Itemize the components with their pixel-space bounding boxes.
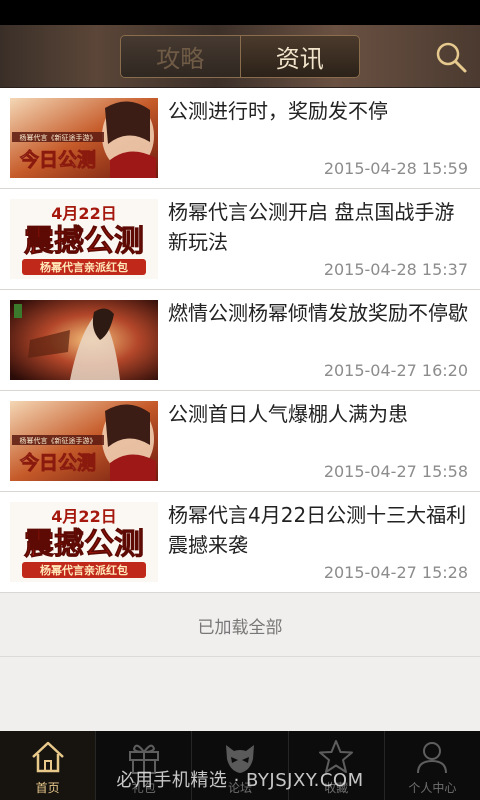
svg-text:震撼公测: 震撼公测	[24, 224, 144, 259]
svg-text:4月22日: 4月22日	[51, 204, 116, 223]
news-title: 公测进行时，奖励发不停	[168, 99, 388, 123]
list-item[interactable]: 燃情公测杨幂倾情发放奖励不停歇 2015-04-27 16:20	[0, 290, 480, 391]
news-time: 2015-04-27 16:20	[323, 361, 468, 380]
news-time: 2015-04-28 15:37	[323, 260, 468, 279]
news-list: 杨幂代言《新征途手游》 今日公测 公测进行时，奖励发不停 2015-04-28 …	[0, 88, 480, 593]
news-thumbnail: 4月22日 震撼公测 杨幂代言亲派红包	[10, 199, 158, 279]
news-time: 2015-04-27 15:58	[323, 462, 468, 481]
list-item[interactable]: 杨幂代言《新征途手游》 今日公测 公测进行时，奖励发不停 2015-04-28 …	[0, 88, 480, 189]
list-item[interactable]: 4月22日 震撼公测 杨幂代言亲派红包 杨幂代言4月22日公测十三大福利震撼来袭…	[0, 492, 480, 593]
svg-text:今日公测: 今日公测	[19, 451, 96, 474]
news-time: 2015-04-27 15:28	[323, 563, 468, 582]
list-item[interactable]: 4月22日 震撼公测 杨幂代言亲派红包 杨幂代言公测开启 盘点国战手游新玩法 2…	[0, 189, 480, 290]
tab-guides[interactable]: 攻略	[121, 36, 240, 77]
news-thumbnail	[10, 300, 158, 380]
news-title: 杨幂代言公测开启 盘点国战手游新玩法	[168, 200, 455, 254]
search-icon[interactable]	[434, 40, 468, 74]
svg-text:4月22日: 4月22日	[51, 507, 116, 526]
news-title: 杨幂代言4月22日公测十三大福利震撼来袭	[168, 503, 467, 557]
svg-text:今日公测: 今日公测	[19, 148, 96, 171]
svg-text:杨幂代言《新征途手游》: 杨幂代言《新征途手游》	[20, 436, 97, 445]
svg-text:震撼公测: 震撼公测	[24, 527, 144, 562]
top-header: 攻略 资讯	[0, 25, 480, 88]
list-item[interactable]: 杨幂代言《新征途手游》 今日公测 公测首日人气爆棚人满为患 2015-04-27…	[0, 391, 480, 492]
tab-news[interactable]: 资讯	[239, 36, 359, 77]
svg-text:杨幂代言亲派红包: 杨幂代言亲派红包	[40, 260, 128, 274]
news-thumbnail: 4月22日 震撼公测 杨幂代言亲派红包	[10, 502, 158, 582]
news-thumbnail: 杨幂代言《新征途手游》 今日公测	[10, 401, 158, 481]
status-bar	[0, 0, 480, 25]
segment-control: 攻略 资讯	[120, 35, 360, 78]
svg-text:杨幂代言《新征途手游》: 杨幂代言《新征途手游》	[20, 133, 97, 142]
news-thumbnail: 杨幂代言《新征途手游》 今日公测	[10, 98, 158, 178]
news-title: 燃情公测杨幂倾情发放奖励不停歇	[168, 301, 468, 325]
svg-text:杨幂代言亲派红包: 杨幂代言亲派红包	[40, 563, 128, 577]
all-loaded-label: 已加载全部	[0, 595, 480, 657]
news-time: 2015-04-28 15:59	[323, 159, 468, 178]
watermark-text: 必用手机精选 · BYJSJXY.COM	[116, 770, 364, 791]
news-title: 公测首日人气爆棚人满为患	[168, 402, 408, 426]
